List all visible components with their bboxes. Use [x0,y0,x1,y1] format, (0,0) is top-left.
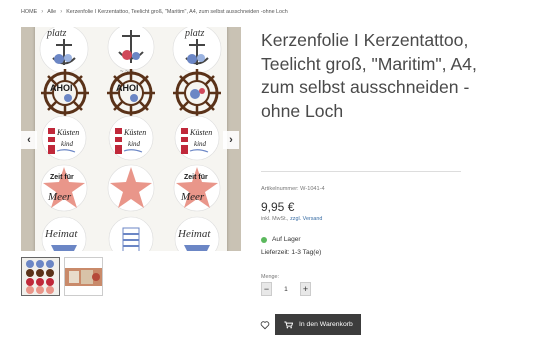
sticker-heimat-3: Heimat [174,216,220,251]
sticker-text-zeit: Zeit für [50,174,74,181]
sticker-text-platz: platz [46,28,67,39]
sticker-text-meer: Meer [47,191,72,203]
add-to-cart-button[interactable]: In den Warenkorb [275,314,361,335]
chevron-left-icon: ‹ [27,134,31,146]
product-price: 9,95 € [261,200,295,214]
article-number: Artikelnummer: W-1041-4 [261,186,325,192]
svg-text:kind: kind [61,140,74,148]
sticker-wheel-3 [173,69,221,117]
product-title: Kerzenfolie I Kerzentattoo, Teelicht gro… [261,30,477,122]
thumbnail-1-image [22,258,59,295]
sticker-sheet: platz ~ ~ ~ platz AHOI AHOI Küsten kind … [35,27,227,251]
quantity-stepper: − 1 + [261,282,311,296]
sticker-text-heimat: Heimat [44,228,78,240]
breadcrumb-alle[interactable]: Alle [47,9,56,15]
svg-text:Küsten: Küsten [123,128,146,137]
svg-text:Küsten: Küsten [189,128,212,137]
svg-text:Meer: Meer [180,191,205,203]
sticker-anchor-3: platz [172,27,222,74]
breadcrumb-home[interactable]: HOME [21,9,37,15]
sticker-lighthouse-3: Küsten kind [174,115,220,161]
product-main-image[interactable]: platz ~ ~ ~ platz AHOI AHOI Küsten kind … [21,27,241,251]
sticker-lighthouse-1: Küsten kind [41,115,87,161]
gallery-prev-button[interactable]: ‹ [21,131,37,149]
stock-text: Auf Lager [272,236,301,243]
cart-icon [284,321,293,328]
thumbnail-strip [21,257,103,296]
stock-status: Auf Lager [261,236,301,243]
sticker-starfish-3: Zeit für Meer [173,164,221,212]
sticker-text-ahoi: AHOI [50,83,73,93]
status-dot-icon [261,236,267,243]
breadcrumb-current: Kerzenfolie I Kerzentattoo, Teelicht gro… [66,9,288,15]
thumbnail-2-image [65,258,102,295]
tax-text: inkl. MwSt., [261,216,289,222]
sticker-anchor-2: ~ ~ ~ [107,27,155,75]
chevron-right-icon: › [41,9,44,15]
svg-text:Zeit für: Zeit für [184,174,208,181]
heart-icon[interactable] [260,320,270,330]
sticker-sheet-illustration: platz ~ ~ ~ platz AHOI AHOI Küsten kind … [39,27,222,251]
sticker-starfish-1: Zeit für Meer [40,164,88,212]
quantity-decrease-button[interactable]: − [261,282,272,296]
sticker-wheel-2: AHOI [107,69,155,117]
svg-text:AHOI: AHOI [116,83,139,93]
sticker-heimat-1: Heimat [41,216,87,251]
chevron-right-icon: › [60,9,63,15]
sticker-anchor-1: platz [39,27,89,74]
thumbnail-1[interactable] [21,257,60,296]
svg-text:kind: kind [128,140,141,148]
purchase-actions: In den Warenkorb [260,314,361,335]
svg-text:Heimat: Heimat [177,228,211,240]
add-to-cart-label: In den Warenkorb [299,321,353,328]
sticker-text-kusten: Küsten [56,128,79,137]
delivery-time: Lieferzeit: 1-3 Tag(e) [261,249,322,256]
quantity-value[interactable]: 1 [272,286,300,293]
sticker-lighthouse-2: Küsten kind [108,115,154,161]
thumbnail-2[interactable] [64,257,103,296]
quantity-label: Menge: [261,274,279,280]
quantity-increase-button[interactable]: + [300,282,311,296]
breadcrumb: HOME › Alle › Kerzenfolie I Kerzentattoo… [21,9,288,15]
svg-text:kind: kind [194,140,207,148]
tax-info: inkl. MwSt., zzgl. Versand [261,216,322,222]
svg-text:platz: platz [184,28,205,39]
shipping-link[interactable]: zzgl. Versand [290,216,322,222]
sticker-starfish-2 [107,164,155,212]
gallery-next-button[interactable]: › [223,131,239,149]
chevron-right-icon: › [229,134,233,146]
divider [261,171,461,172]
sticker-heimat-2 [108,216,154,251]
sticker-wheel-1: AHOI [41,69,89,117]
